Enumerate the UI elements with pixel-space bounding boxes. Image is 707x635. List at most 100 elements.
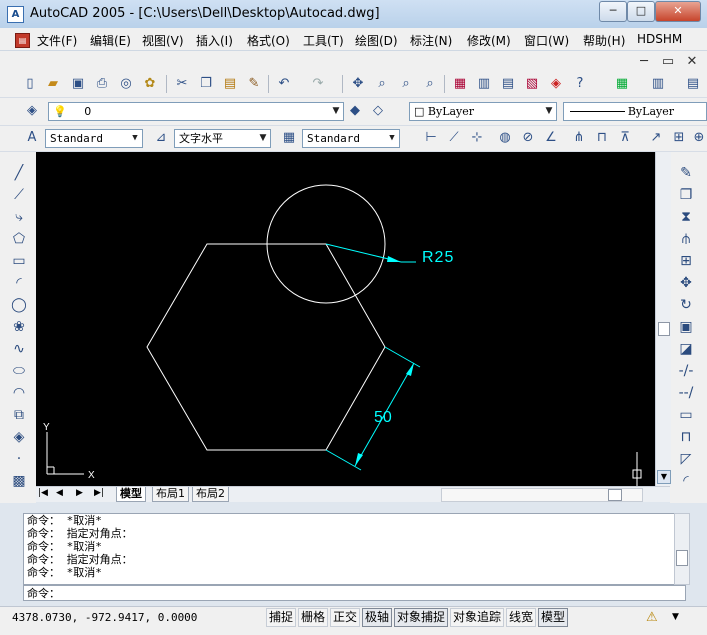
- toolbar-extra2-icon[interactable]: ▤: [685, 76, 701, 92]
- layer-previous-icon[interactable]: ◇: [370, 103, 386, 119]
- text-style-dropdown[interactable]: Standard ▼: [45, 129, 143, 148]
- construction-line-icon[interactable]: ⟋: [10, 186, 28, 204]
- sheetset-icon[interactable]: ▦: [614, 76, 630, 92]
- undo-icon[interactable]: ↶: [276, 76, 292, 92]
- help-icon[interactable]: ?: [572, 76, 588, 92]
- zoom-window-icon[interactable]: ⌕: [398, 76, 414, 92]
- offset-icon[interactable]: ⫛: [677, 230, 695, 248]
- continue-dim-icon[interactable]: ⊼: [617, 130, 633, 146]
- leader-icon[interactable]: ↗: [648, 130, 664, 146]
- osnap-toggle[interactable]: 对象捕捉: [394, 608, 449, 627]
- pan-icon[interactable]: ✥: [350, 76, 366, 92]
- autocad-app-icon[interactable]: A: [7, 6, 24, 23]
- spline-icon[interactable]: ∿: [10, 340, 28, 358]
- zoom-realtime-icon[interactable]: ⌕: [374, 76, 390, 92]
- open-icon[interactable]: ▰: [45, 76, 61, 92]
- drawing-area[interactable]: R25 50 Y X: [36, 152, 655, 486]
- tab-next-icon[interactable]: ▶: [76, 488, 83, 498]
- zoom-previous-icon[interactable]: ⌕: [422, 76, 438, 92]
- maximize-button[interactable]: □: [627, 1, 655, 22]
- lineweight-toggle[interactable]: 线宽: [506, 608, 537, 627]
- tab-layout1[interactable]: 布局1: [152, 487, 189, 502]
- menu-format[interactable]: 格式(O): [247, 32, 290, 49]
- text-style-icon[interactable]: A: [24, 130, 40, 146]
- toolbar-extra-icon[interactable]: ▥: [650, 76, 666, 92]
- insert-block-icon[interactable]: ⧉: [10, 406, 28, 424]
- polar-toggle[interactable]: 极轴: [362, 608, 393, 627]
- doc-close-icon[interactable]: ✕: [684, 54, 700, 70]
- menu-dimension[interactable]: 标注(N): [410, 32, 452, 49]
- communication-center-icon[interactable]: ⚠: [646, 610, 658, 625]
- tab-first-icon[interactable]: |◀: [38, 488, 48, 498]
- menu-modify[interactable]: 修改(M): [467, 32, 511, 49]
- dim-aligned-icon[interactable]: ⟋: [446, 130, 462, 146]
- menu-window[interactable]: 窗口(W): [524, 32, 569, 49]
- grid-toggle[interactable]: 栅格: [298, 608, 329, 627]
- tolerance-icon[interactable]: ⊞: [671, 130, 687, 146]
- scale-icon[interactable]: ▣: [677, 318, 695, 336]
- layer-dropdown[interactable]: 💡 0 ▼: [48, 102, 344, 121]
- baseline-dim-icon[interactable]: ⊓: [594, 130, 610, 146]
- tab-model[interactable]: 模型: [116, 487, 146, 502]
- hatch-icon[interactable]: ▩: [10, 472, 28, 490]
- publish-icon[interactable]: ✿: [142, 76, 158, 92]
- menu-tools[interactable]: 工具(T): [303, 32, 344, 49]
- array-icon[interactable]: ⊞: [677, 252, 695, 270]
- layer-manager-icon[interactable]: ◈: [24, 103, 40, 119]
- extend-icon[interactable]: --/: [677, 384, 695, 402]
- make-current-layer-icon[interactable]: ◆: [347, 103, 363, 119]
- table-style-dropdown[interactable]: Standard ▼: [302, 129, 400, 148]
- close-button[interactable]: ✕: [655, 1, 701, 22]
- save-icon[interactable]: ▣: [70, 76, 86, 92]
- markup-icon[interactable]: ◈: [548, 76, 564, 92]
- linetype-dropdown[interactable]: ByLayer: [563, 102, 707, 121]
- scroll-thumb[interactable]: [658, 322, 670, 336]
- new-icon[interactable]: ▯: [22, 76, 38, 92]
- designcenter-icon[interactable]: ▥: [476, 76, 492, 92]
- copy-icon[interactable]: ❐: [198, 76, 214, 92]
- menu-edit[interactable]: 编辑(E): [90, 32, 131, 49]
- erase-icon[interactable]: ✎: [677, 164, 695, 182]
- stretch-icon[interactable]: ◪: [677, 340, 695, 358]
- circle-icon[interactable]: ◯: [10, 296, 28, 314]
- tab-layout2[interactable]: 布局2: [192, 487, 229, 502]
- fillet-icon[interactable]: ◜: [677, 472, 695, 490]
- tab-last-icon[interactable]: ▶|: [94, 488, 104, 498]
- doc-restore-icon[interactable]: ▭: [660, 54, 676, 70]
- scroll-down-icon[interactable]: ▼: [657, 470, 671, 484]
- copy-object-icon[interactable]: ❐: [677, 186, 695, 204]
- command-input[interactable]: 命令：: [23, 585, 686, 601]
- otrack-toggle[interactable]: 对象追踪: [450, 608, 505, 627]
- menu-draw[interactable]: 绘图(D): [355, 32, 398, 49]
- model-toggle[interactable]: 模型: [538, 608, 569, 627]
- dim-radius-icon[interactable]: ◍: [497, 130, 513, 146]
- dim-angular-icon[interactable]: ∠: [543, 130, 559, 146]
- chamfer-icon[interactable]: ◸: [677, 450, 695, 468]
- move-icon[interactable]: ✥: [677, 274, 695, 292]
- redo-icon[interactable]: ↷: [310, 76, 326, 92]
- dim-style-dropdown[interactable]: 文字水平 ▼: [174, 129, 271, 148]
- break-icon[interactable]: ▭: [677, 406, 695, 424]
- menu-help[interactable]: 帮助(H): [583, 32, 625, 49]
- menu-view[interactable]: 视图(V): [142, 32, 184, 49]
- document-icon[interactable]: ▤: [15, 33, 30, 48]
- menu-hdshm[interactable]: HDSHM: [637, 32, 682, 46]
- ellipse-arc-icon[interactable]: ◠: [10, 384, 28, 402]
- menu-insert[interactable]: 插入(I): [196, 32, 233, 49]
- paste-icon[interactable]: ▤: [222, 76, 238, 92]
- print-icon[interactable]: ⎙: [94, 76, 110, 92]
- matchprop-icon[interactable]: ✎: [246, 76, 262, 92]
- minimize-button[interactable]: ─: [599, 1, 627, 22]
- rotate-icon[interactable]: ↻: [677, 296, 695, 314]
- arc-icon[interactable]: ◜: [10, 274, 28, 292]
- toolpalettes-icon[interactable]: ▤: [500, 76, 516, 92]
- make-block-icon[interactable]: ◈: [10, 428, 28, 446]
- join-icon[interactable]: ⊓: [677, 428, 695, 446]
- menu-file[interactable]: 文件(F): [37, 32, 77, 49]
- tab-prev-icon[interactable]: ◀: [56, 488, 63, 498]
- dbconnect-icon[interactable]: ▧: [524, 76, 540, 92]
- trim-icon[interactable]: -/-: [677, 362, 695, 380]
- rectangle-icon[interactable]: ▭: [10, 252, 28, 270]
- quick-dim-icon[interactable]: ⋔: [571, 130, 587, 146]
- snap-toggle[interactable]: 捕捉: [266, 608, 297, 627]
